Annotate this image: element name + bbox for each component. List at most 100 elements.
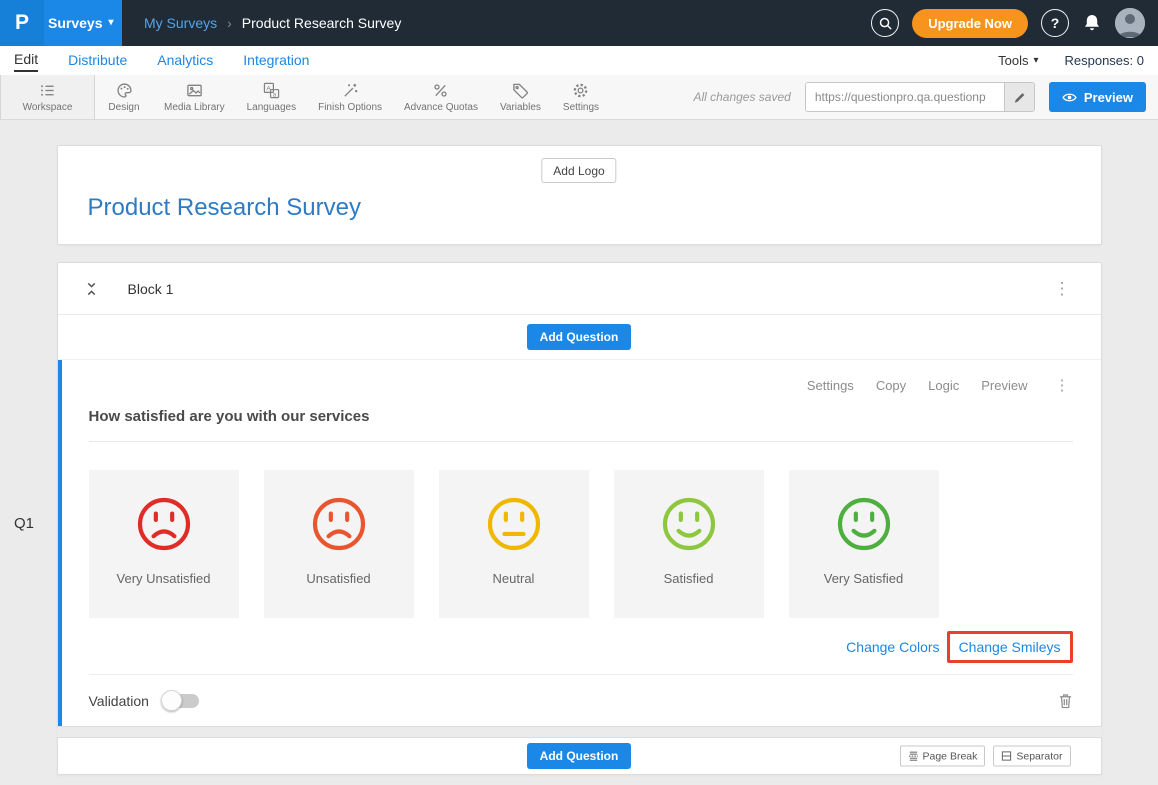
toolbar-finish-options[interactable]: Finish Options — [307, 75, 393, 119]
edit-url-button[interactable] — [1004, 83, 1034, 111]
question-logic-link[interactable]: Logic — [928, 378, 959, 393]
translate-icon: A a — [263, 82, 280, 99]
tab-edit[interactable]: Edit — [14, 49, 38, 72]
toolbar-design-label: Design — [108, 102, 139, 113]
svg-text:A: A — [266, 85, 271, 92]
preview-button[interactable]: Preview — [1049, 82, 1146, 112]
toolbar-workspace-label: Workspace — [23, 102, 73, 113]
search-button[interactable] — [871, 9, 899, 37]
delete-question-icon[interactable] — [1058, 692, 1073, 710]
survey-title[interactable]: Product Research Survey — [88, 194, 361, 222]
question-menu-icon[interactable]: ⋮ — [1052, 378, 1073, 393]
option-unsatisfied[interactable]: Unsatisfied — [264, 470, 414, 618]
add-question-button-top[interactable]: Add Question — [527, 324, 632, 350]
page-break-label: Page Break — [923, 750, 978, 762]
questionpro-logo[interactable]: P — [0, 0, 44, 46]
validation-row: Validation — [89, 674, 1073, 726]
percent-icon — [432, 82, 449, 99]
block-divider — [57, 726, 1102, 738]
user-avatar[interactable] — [1115, 8, 1145, 38]
toolbar-languages-label: Languages — [247, 102, 297, 113]
survey-url-group — [805, 82, 1035, 112]
palette-icon — [116, 82, 133, 99]
toolbar-media-library[interactable]: Media Library — [153, 75, 236, 119]
toolbar-right: All changes saved — [693, 75, 1158, 119]
block-card: Block 1 ⋮ Add Question Settings Copy Log… — [57, 262, 1102, 775]
toggle-knob — [161, 690, 182, 711]
toolbar-workspace[interactable]: Workspace — [0, 75, 95, 119]
help-button[interactable]: ? — [1041, 9, 1069, 37]
question-number: Q1 — [14, 515, 34, 532]
validation-toggle[interactable] — [163, 694, 199, 708]
separator-button[interactable]: Separator — [993, 746, 1070, 767]
breadcrumb-my-surveys[interactable]: My Surveys — [144, 15, 217, 31]
annotation-highlight-box: Change Smileys — [947, 631, 1073, 663]
question-settings-link[interactable]: Settings — [807, 378, 854, 393]
magic-wand-icon — [342, 82, 359, 99]
breadcrumb-current-survey: Product Research Survey — [242, 15, 402, 31]
very-unsatisfied-face-icon — [135, 495, 193, 553]
question-actions: Settings Copy Logic Preview ⋮ — [89, 372, 1073, 398]
page-break-icon — [908, 751, 919, 762]
option-satisfied[interactable]: Satisfied — [614, 470, 764, 618]
option-label: Unsatisfied — [306, 571, 370, 586]
save-status: All changes saved — [693, 90, 790, 104]
pencil-icon — [1013, 91, 1026, 104]
survey-header-card: Add Logo Product Research Survey — [57, 145, 1102, 245]
option-neutral[interactable]: Neutral — [439, 470, 589, 618]
question-copy-link[interactable]: Copy — [876, 378, 906, 393]
add-question-strip: Add Question — [58, 315, 1101, 360]
page-break-button[interactable]: Page Break — [900, 746, 986, 767]
surveys-menu[interactable]: Surveys ▾ — [44, 15, 114, 31]
question-preview-link[interactable]: Preview — [981, 378, 1027, 393]
questionpro-survey-editor: P Surveys ▾ My Surveys › Product Researc… — [0, 0, 1158, 785]
tab-distribute[interactable]: Distribute — [68, 50, 127, 71]
question-text[interactable]: How satisfied are you with our services — [89, 408, 1073, 442]
survey-url-input[interactable] — [806, 83, 1004, 111]
block-menu-icon[interactable]: ⋮ — [1051, 280, 1074, 297]
toolbar-settings[interactable]: Settings — [552, 75, 610, 119]
toolbar-media-library-label: Media Library — [164, 102, 225, 113]
tools-menu[interactable]: Tools ▾ — [998, 53, 1038, 68]
question-mark-icon: ? — [1051, 15, 1060, 31]
tab-integration[interactable]: Integration — [243, 50, 309, 71]
block-footer-right: Page Break Separator — [900, 746, 1071, 767]
separator-icon — [1001, 751, 1012, 762]
change-smileys-link[interactable]: Change Smileys — [959, 639, 1061, 655]
add-question-button-bottom[interactable]: Add Question — [527, 743, 632, 769]
eye-icon — [1062, 92, 1077, 103]
topbar-actions: Upgrade Now ? — [871, 8, 1158, 38]
workspace-icon — [39, 82, 56, 99]
product-switcher[interactable]: P Surveys ▾ — [0, 0, 122, 46]
option-label: Neutral — [493, 571, 535, 586]
topbar: P Surveys ▾ My Surveys › Product Researc… — [0, 0, 1158, 46]
change-colors-link[interactable]: Change Colors — [846, 639, 939, 655]
tabs-bar-right: Tools ▾ Responses: 0 — [998, 53, 1144, 68]
option-very-unsatisfied[interactable]: Very Unsatisfied — [89, 470, 239, 618]
tab-analytics[interactable]: Analytics — [157, 50, 213, 71]
toolbar-variables[interactable]: Variables — [489, 75, 552, 119]
breadcrumb: My Surveys › Product Research Survey — [144, 15, 401, 31]
add-logo-button[interactable]: Add Logo — [541, 158, 616, 183]
editor-toolbar: Workspace Design Media Libr — [0, 75, 1158, 120]
toolbar-languages[interactable]: A a Languages — [236, 75, 308, 119]
search-icon — [878, 16, 893, 31]
collapse-block-icon[interactable] — [85, 281, 98, 297]
option-very-satisfied[interactable]: Very Satisfied — [789, 470, 939, 618]
block-title: Block 1 — [128, 281, 174, 297]
image-icon — [186, 82, 203, 99]
unsatisfied-face-icon — [310, 495, 368, 553]
toolbar-design[interactable]: Design — [95, 75, 153, 119]
notifications-button[interactable] — [1082, 13, 1102, 33]
gear-icon — [572, 82, 589, 99]
section-tabs: Edit Distribute Analytics Integration — [14, 49, 309, 72]
toolbar-settings-label: Settings — [563, 102, 599, 113]
tag-icon — [512, 82, 529, 99]
upgrade-now-button[interactable]: Upgrade Now — [912, 9, 1028, 38]
very-satisfied-face-icon — [835, 495, 893, 553]
breadcrumb-separator-icon: › — [227, 15, 232, 31]
toolbar-advance-quotas[interactable]: Advance Quotas — [393, 75, 489, 119]
option-label: Very Satisfied — [824, 571, 904, 586]
block-footer: Add Question Page Break — [58, 738, 1101, 774]
validation-label: Validation — [89, 693, 149, 709]
